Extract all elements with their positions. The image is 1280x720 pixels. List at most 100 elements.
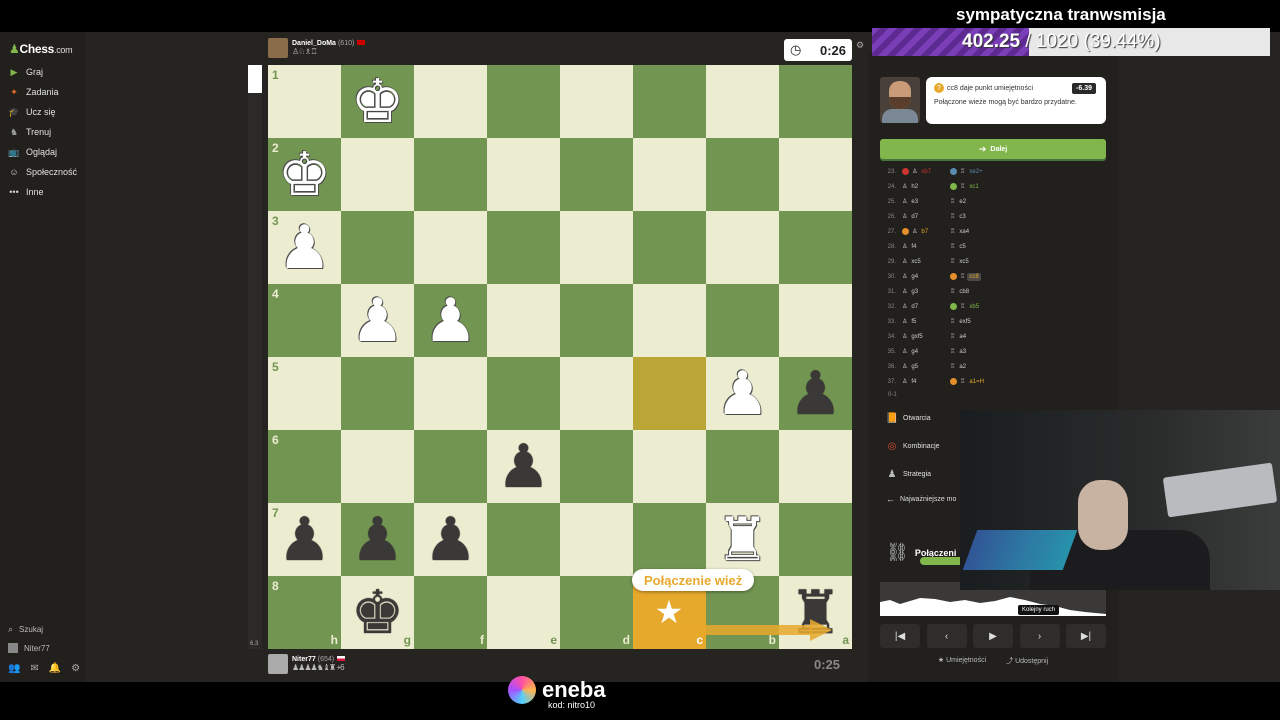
black-move[interactable]: ♖ cb8 [950, 288, 1010, 296]
square-d1[interactable] [560, 65, 633, 138]
square-a1[interactable] [779, 65, 852, 138]
square-f2[interactable] [414, 138, 487, 211]
square-e3[interactable] [487, 211, 560, 284]
square-g1[interactable]: ♚ [341, 65, 414, 138]
friends-icon[interactable]: 👥 [8, 663, 20, 674]
square-d6[interactable] [560, 430, 633, 503]
top-player-name[interactable]: Daniel_DoMa [292, 40, 336, 47]
square-e1[interactable] [487, 65, 560, 138]
square-h1[interactable]: 1 [268, 65, 341, 138]
square-b1[interactable] [706, 65, 779, 138]
square-a2[interactable] [779, 138, 852, 211]
black-move[interactable]: ♖ cc8 [950, 272, 1010, 281]
sidebar-item-ucz-się[interactable]: 🎓 Ucz się [8, 104, 55, 120]
white-move[interactable]: ♙ b7 [902, 228, 950, 236]
square-f6[interactable] [414, 430, 487, 503]
notifications-icon[interactable]: 🔔 [49, 663, 61, 674]
black-pawn-icon[interactable]: ♟ [341, 503, 414, 576]
square-a8[interactable]: a ♜ [779, 576, 852, 649]
chess-logo[interactable]: ♟Chess.com [9, 42, 73, 56]
black-pawn-icon[interactable]: ♟ [268, 503, 341, 576]
white-pawn-icon[interactable]: ♟ [706, 357, 779, 430]
square-f7[interactable]: ♟ [414, 503, 487, 576]
black-move[interactable]: ♖ a1=H [950, 378, 1010, 386]
square-a3[interactable] [779, 211, 852, 284]
black-move[interactable]: ♖ a3 [950, 348, 1010, 356]
square-h5[interactable]: 5 [268, 357, 341, 430]
black-king-icon[interactable]: ♚ [341, 576, 414, 649]
square-g3[interactable] [341, 211, 414, 284]
sidebar-item-inne[interactable]: ••• Inne [8, 184, 43, 200]
square-b6[interactable] [706, 430, 779, 503]
square-g4[interactable]: ♟ [341, 284, 414, 357]
square-e6[interactable]: ♟ [487, 430, 560, 503]
white-move[interactable]: ♙ h2 [902, 183, 950, 191]
black-pawn-icon[interactable]: ♟ [779, 357, 852, 430]
square-d8[interactable]: d [560, 576, 633, 649]
square-f3[interactable] [414, 211, 487, 284]
square-f8[interactable]: f [414, 576, 487, 649]
top-player-avatar[interactable] [268, 38, 288, 58]
white-move[interactable]: ♙ f5 [902, 318, 950, 326]
square-b4[interactable] [706, 284, 779, 357]
back-to-key-moments[interactable]: ← Najważniejsze mo [886, 494, 956, 504]
white-move[interactable]: ♙ d7 [902, 303, 950, 311]
square-d2[interactable] [560, 138, 633, 211]
white-move[interactable]: ♙ g4 [902, 348, 950, 356]
square-a5[interactable]: ♟ [779, 357, 852, 430]
sidebar-item-społeczność[interactable]: ☺ Społeczność [8, 164, 77, 180]
black-move[interactable]: ♖ xc1 [950, 183, 1010, 191]
white-move[interactable]: ♙ f4 [902, 243, 950, 251]
section-otwarcia[interactable]: 📙 Otwarcia [886, 412, 931, 424]
black-pawn-icon[interactable]: ♟ [487, 430, 560, 503]
square-c6[interactable] [633, 430, 706, 503]
square-d4[interactable] [560, 284, 633, 357]
next-move-button[interactable]: › [1019, 624, 1060, 648]
square-g6[interactable] [341, 430, 414, 503]
square-h6[interactable]: 6 [268, 430, 341, 503]
white-move[interactable]: ♙ xc5 [902, 258, 950, 266]
black-pawn-icon[interactable]: ♟ [414, 503, 487, 576]
square-c7[interactable] [633, 503, 706, 576]
white-pawn-icon[interactable]: ♟ [414, 284, 487, 357]
share-button[interactable]: ⤴ Udostępnij [1006, 656, 1048, 666]
square-h2[interactable]: 2 ♚ [268, 138, 341, 211]
square-c3[interactable] [633, 211, 706, 284]
square-f1[interactable] [414, 65, 487, 138]
last-move-button[interactable]: ▶| [1066, 624, 1106, 648]
square-c1[interactable] [633, 65, 706, 138]
square-a7[interactable] [779, 503, 852, 576]
square-h8[interactable]: 8h [268, 576, 341, 649]
black-move[interactable]: ♖ a2 [950, 363, 1010, 371]
section-kombinacje[interactable]: ◎ Kombinacje [886, 440, 940, 452]
square-e2[interactable] [487, 138, 560, 211]
white-move[interactable]: ♙ d7 [902, 213, 950, 221]
square-b3[interactable] [706, 211, 779, 284]
sidebar-item-oglądaj[interactable]: 📺 Oglądaj [8, 144, 57, 160]
white-move[interactable]: ♙ xb7 [902, 168, 950, 176]
white-pawn-icon[interactable]: ♟ [341, 284, 414, 357]
white-pawn-icon[interactable]: ♟ [268, 211, 341, 284]
square-a6[interactable] [779, 430, 852, 503]
black-move[interactable]: ♖ xc5 [950, 258, 1010, 266]
square-g5[interactable] [341, 357, 414, 430]
square-b2[interactable] [706, 138, 779, 211]
square-e4[interactable] [487, 284, 560, 357]
white-move[interactable]: ♙ f4 [902, 378, 950, 386]
search-button[interactable]: ⌕ Szukaj [8, 624, 43, 635]
sidebar-item-zadania[interactable]: ✦ Zadania [8, 84, 58, 100]
black-move[interactable]: ♖ xe2+ [950, 168, 1010, 176]
square-c5[interactable] [633, 357, 706, 430]
square-e7[interactable] [487, 503, 560, 576]
first-move-button[interactable]: |◀ [880, 624, 920, 648]
square-g2[interactable] [341, 138, 414, 211]
board-settings-icon[interactable]: ⚙ [856, 40, 864, 51]
black-move[interactable]: ♖ e2 [950, 198, 1010, 206]
black-move[interactable]: ♖ c3 [950, 213, 1010, 221]
black-move[interactable]: ♖ c5 [950, 243, 1010, 251]
black-move[interactable]: ♖ exf5 [950, 318, 1010, 326]
square-b5[interactable]: ♟ [706, 357, 779, 430]
white-move[interactable]: ♙ gxf5 [902, 333, 950, 341]
black-rook-icon[interactable]: ♜ [779, 576, 852, 649]
sidebar-item-graj[interactable]: ▶ Graj [8, 64, 43, 80]
